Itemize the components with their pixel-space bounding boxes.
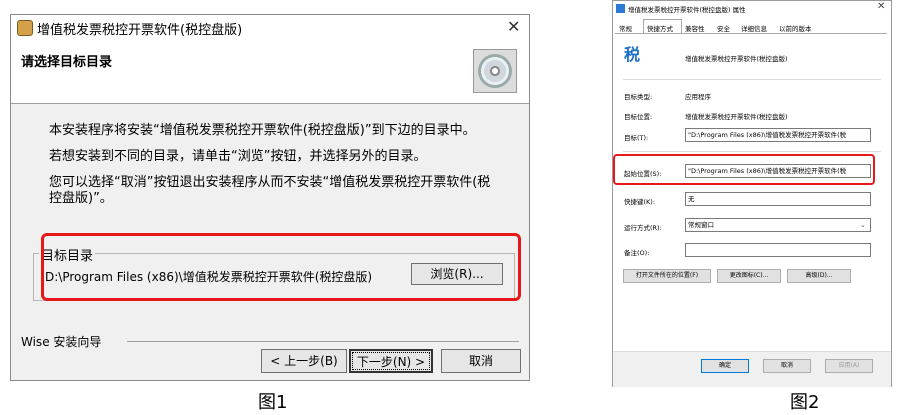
back-button[interactable]: < 上一步(B) bbox=[261, 349, 347, 373]
title-bar: 增值税发票税控开票软件(税控盘版) ✕ bbox=[11, 15, 529, 41]
close-icon[interactable]: ✕ bbox=[877, 1, 885, 12]
tab-compatibility[interactable]: 兼容性 bbox=[685, 23, 705, 33]
intro-text-2: 若想安装到不同的目录，请单击“浏览”按钮，并选择另外的目录。 bbox=[49, 149, 427, 164]
target-location-label: 目标位置: bbox=[624, 113, 653, 121]
app-name: 增值税发票税控开票软件(税控盘版) bbox=[685, 55, 788, 63]
comment-field[interactable] bbox=[685, 243, 871, 257]
properties-dialog: 增值税发票税控开票软件(税控盘版) 属性 ✕ 常规 快捷方式 兼容性 安全 详细… bbox=[612, 0, 892, 387]
wizard-label: Wise 安装向导 bbox=[21, 333, 106, 350]
advanced-button[interactable]: 高级(D)... bbox=[787, 269, 851, 283]
apply-button[interactable]: 应用(A) bbox=[825, 359, 873, 373]
shortcut-key-field[interactable]: 无 bbox=[685, 192, 871, 206]
shortcut-key-label: 快捷键(K): bbox=[624, 198, 656, 206]
tab-previous[interactable]: 以前的版本 bbox=[779, 23, 812, 33]
target-field[interactable]: "D:\Program Files (x86)\增值税发票税控开票软件(税 bbox=[685, 128, 871, 142]
change-icon-button[interactable]: 更改图标(C)... bbox=[717, 269, 781, 283]
target-type-value: 应用程序 bbox=[685, 93, 711, 101]
wizard-header: 请选择目标目录 bbox=[11, 41, 529, 104]
target-label: 目标(T): bbox=[624, 134, 649, 142]
cd-disc-icon bbox=[473, 49, 517, 93]
close-icon[interactable]: ✕ bbox=[507, 17, 520, 36]
window-title: 增值税发票税控开票软件(税控盘版) bbox=[37, 23, 243, 38]
cancel-button[interactable]: 取消 bbox=[441, 349, 521, 373]
comment-label: 备注(O): bbox=[624, 249, 650, 257]
tab-divider bbox=[615, 33, 887, 34]
app-icon bbox=[616, 4, 625, 13]
ok-button[interactable]: 确定 bbox=[701, 359, 749, 373]
window-title: 增值税发票税控开票软件(税控盘版) 属性 bbox=[628, 6, 746, 14]
open-location-button[interactable]: 打开文件所在的位置(F) bbox=[623, 269, 711, 283]
chevron-down-icon: ⌄ bbox=[860, 221, 866, 229]
figure-2-caption: 图2 bbox=[790, 392, 820, 413]
installer-app-icon bbox=[17, 20, 33, 36]
run-label: 运行方式(R): bbox=[624, 224, 662, 232]
divider bbox=[127, 341, 519, 342]
highlight-box bbox=[613, 154, 875, 185]
cancel-button[interactable]: 取消 bbox=[763, 359, 811, 373]
divider bbox=[623, 79, 881, 80]
run-select[interactable]: 常规窗口 bbox=[685, 218, 871, 232]
tab-details[interactable]: 详细信息 bbox=[741, 23, 767, 33]
divider bbox=[623, 151, 881, 152]
figure-1-caption: 图1 bbox=[258, 392, 288, 413]
shortcut-app-icon: 税 bbox=[624, 45, 641, 64]
installer-dialog: 增值税发票税控开票软件(税控盘版) ✕ 请选择目标目录 本安装程序将安装“增值税… bbox=[10, 14, 530, 381]
page-title: 请选择目标目录 bbox=[21, 55, 113, 70]
tab-security[interactable]: 安全 bbox=[717, 23, 730, 33]
next-button[interactable]: 下一步(N) > bbox=[349, 349, 433, 373]
target-location-value: 增值税发票税控开票软件(税控盘版) bbox=[685, 113, 788, 121]
target-type-label: 目标类型: bbox=[624, 93, 653, 101]
tab-general[interactable]: 常规 bbox=[619, 23, 632, 33]
intro-text-1: 本安装程序将安装“增值税发票税控开票软件(税控盘版)”到下边的目录中。 bbox=[49, 123, 476, 138]
highlight-box bbox=[41, 233, 521, 301]
tab-shortcut[interactable]: 快捷方式 bbox=[647, 23, 673, 33]
intro-text-4: 控盘版)”。 bbox=[49, 191, 113, 206]
intro-text-3: 您可以选择“取消”按钮退出安装程序从而不安装“增值税发票税控开票软件(税 bbox=[49, 175, 491, 190]
